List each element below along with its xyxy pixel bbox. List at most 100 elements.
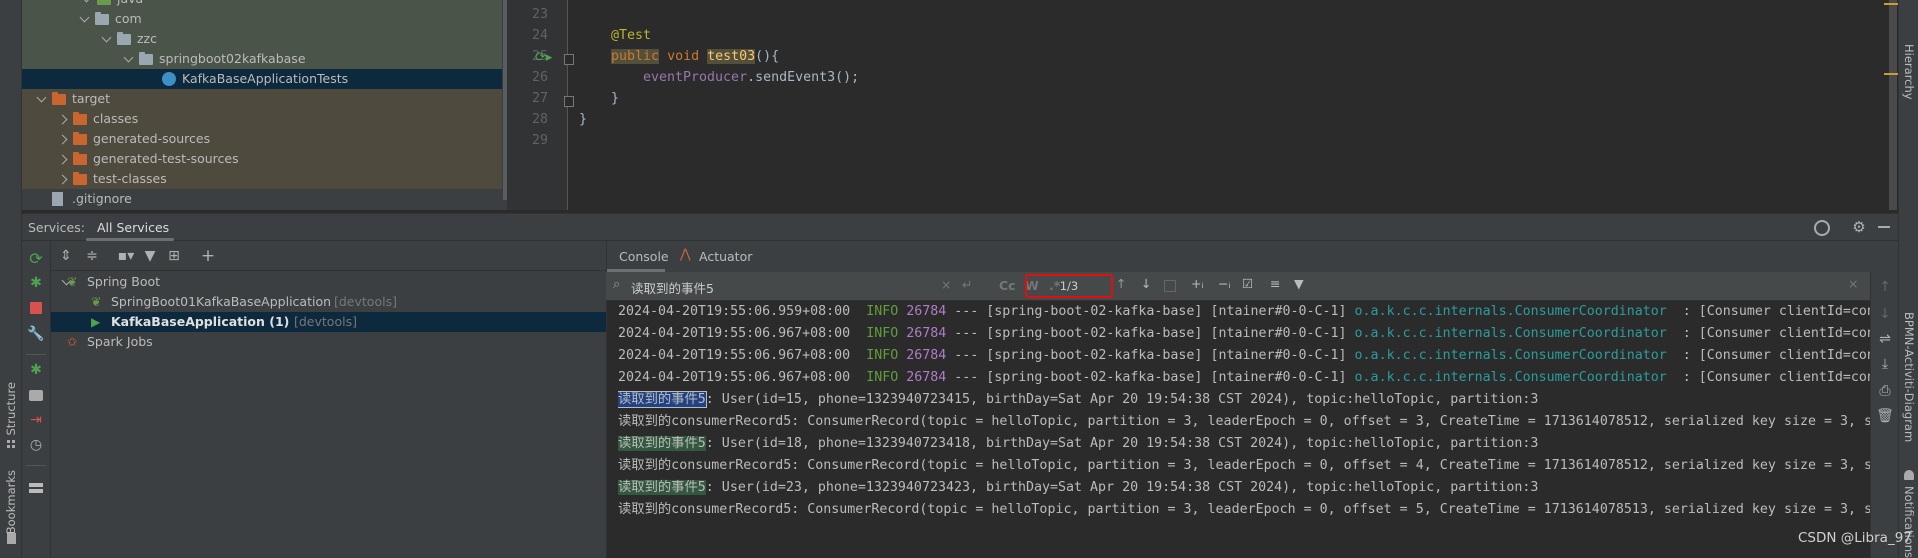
close-search-icon[interactable]: × <box>1848 276 1858 291</box>
tree-item[interactable]: KafkaBaseApplicationTests <box>22 69 502 89</box>
spring-boot-icon: ❦ <box>67 274 78 289</box>
tree-item[interactable]: classes <box>22 109 502 129</box>
tab-actuator[interactable]: Actuator <box>699 249 752 264</box>
add-selection-icon[interactable]: +ᵢ <box>1191 276 1204 291</box>
tree-item[interactable]: zzc <box>22 29 502 49</box>
editor-scrollbar[interactable] <box>1889 0 1897 210</box>
scroll-down-icon[interactable]: ↓ <box>1876 305 1894 323</box>
log-level: INFO <box>866 326 899 341</box>
fold-icon[interactable] <box>564 54 574 65</box>
previous-match-icon[interactable]: ↑ <box>1116 276 1126 291</box>
add-service-icon[interactable]: + <box>199 246 217 266</box>
run-test-icon[interactable]: ⟳▸ <box>535 50 552 65</box>
code-close-brace-class: } <box>579 112 588 127</box>
keyword-void: void <box>667 49 700 64</box>
rerun-icon[interactable]: ⟳ <box>27 249 45 268</box>
group-by-icon[interactable]: ▪▾ <box>117 247 135 265</box>
tree-item-label: java <box>117 0 143 9</box>
line-number: 28 <box>531 112 548 127</box>
search-match-highlight: 读取到的事件5 <box>618 391 707 408</box>
layout-icon[interactable] <box>29 483 43 493</box>
method-tail: (){ <box>755 49 780 64</box>
structure-tab[interactable]: Structure <box>4 382 18 436</box>
search-input[interactable]: 读取到的事件5 <box>631 278 714 297</box>
service-item[interactable]: ❦ SpringBoot01KafkaBaseApplication [devtoo… <box>51 292 606 312</box>
chevron-right-icon[interactable] <box>57 174 68 185</box>
bookmark-icon <box>7 533 16 544</box>
output-text: 读取到的consumerRecord5: ConsumerRecord(topi… <box>618 414 1870 429</box>
tree-item[interactable]: .gitignore <box>22 189 502 209</box>
scroll-up-icon[interactable]: ↑ <box>1876 278 1894 296</box>
attach-debugger-icon[interactable]: ✱ <box>27 361 45 379</box>
chevron-down-icon[interactable] <box>79 12 90 23</box>
minimize-icon[interactable] <box>1878 226 1890 228</box>
stop-icon[interactable] <box>30 302 42 314</box>
tree-item[interactable]: com <box>22 9 502 29</box>
tree-item[interactable]: springboot02kafkabase <box>22 49 502 69</box>
tree-item[interactable]: generated-sources <box>22 129 502 149</box>
search-match-highlight: 读取到的事件5 <box>618 436 706 451</box>
print-icon[interactable]: ⎙ <box>1876 382 1894 400</box>
output-line: 读取到的consumerRecord5: ConsumerRecord(topi… <box>618 499 1870 521</box>
debug-icon[interactable]: ✱ <box>27 274 45 292</box>
service-label: KafkaBaseApplication (1) <box>111 314 290 329</box>
trash-icon[interactable]: 🗑 <box>1876 407 1894 425</box>
tree-item[interactable]: test-classes <box>22 169 502 189</box>
notifications-tab[interactable]: Notifications <box>1902 486 1916 558</box>
output-text: : User(id=15, phone=1323940723415, birth… <box>705 392 1539 407</box>
chevron-right-icon[interactable] <box>57 134 68 145</box>
expand-all-icon[interactable]: ⇕ <box>57 247 75 265</box>
import-icon[interactable]: ⇥ <box>27 411 45 429</box>
service-label: Spring Boot <box>87 274 161 289</box>
log-level: INFO <box>866 370 899 385</box>
profiler-icon[interactable]: ◷ <box>27 436 45 454</box>
chevron-down-icon[interactable] <box>36 92 47 103</box>
locate-icon[interactable] <box>1814 220 1830 236</box>
toggle-selection-icon[interactable]: ☑ <box>1242 276 1253 291</box>
fold-end-icon[interactable] <box>564 96 574 107</box>
code-area[interactable]: @Test public void test03(){ eventProduce… <box>579 4 1539 204</box>
new-tab-icon[interactable]: ⊞ <box>165 247 183 265</box>
service-item[interactable]: ❦ Spring Boot <box>51 272 606 292</box>
service-item[interactable]: ▶ KafkaBaseApplication (1) [devtools] <box>51 312 606 332</box>
output-text: 读取到的consumerRecord5: ConsumerRecord(topi… <box>618 502 1870 517</box>
chevron-right-icon[interactable] <box>57 154 68 165</box>
service-item[interactable]: ✩ Spark Jobs <box>51 332 606 352</box>
tab-console[interactable]: Console <box>619 249 669 264</box>
right-tool-strip: Hierarchy BPMN-Activiti-Diagram Notifica… <box>1898 0 1918 558</box>
gear-icon[interactable]: ⚙ <box>1850 218 1868 236</box>
filter-icon[interactable]: ▼ <box>141 247 159 265</box>
bpmn-diagram-tab[interactable]: BPMN-Activiti-Diagram <box>1902 312 1916 442</box>
method-call: .sendEvent3(); <box>747 70 860 85</box>
next-match-icon[interactable]: ↓ <box>1141 276 1151 291</box>
select-all-occurrences-icon[interactable] <box>1164 280 1176 292</box>
log-pid: 26784 <box>906 304 947 319</box>
funnel-icon[interactable]: ▼ <box>1294 276 1304 291</box>
camera-icon[interactable] <box>29 390 43 401</box>
tree-item[interactable]: target <box>22 89 502 109</box>
filter-results-icon[interactable]: ≡ <box>1270 276 1280 291</box>
match-case-toggle[interactable]: Cc <box>999 278 1016 293</box>
chevron-right-icon[interactable] <box>57 114 68 125</box>
collapse-all-icon[interactable]: ≑ <box>83 247 101 265</box>
scroll-to-end-icon[interactable]: ⤓ <box>1876 355 1894 373</box>
chevron-down-icon[interactable] <box>101 32 112 43</box>
clear-search-icon[interactable]: × <box>941 277 951 292</box>
output-line: 读取到的事件5: User(id=15, phone=1323940723415… <box>618 389 1870 411</box>
folder-icon <box>139 52 153 65</box>
hierarchy-tab[interactable]: Hierarchy <box>1902 44 1916 100</box>
soft-wrap-icon[interactable]: ⇌ <box>1876 330 1894 348</box>
tree-item[interactable]: generated-test-sources <box>22 149 502 169</box>
bookmarks-tab[interactable]: Bookmarks <box>4 470 18 534</box>
remove-selection-icon[interactable]: −ᵢ <box>1218 276 1231 291</box>
log-logger: o.a.k.c.c.internals.ConsumerCoordinator <box>1354 326 1667 341</box>
tree-item[interactable]: java <box>22 0 502 9</box>
chevron-down-icon[interactable] <box>123 52 134 63</box>
services-action-toolbar: ⟳ ✱ 🔧 ✱ ⇥ ◷ <box>22 241 51 558</box>
line-number: 23 <box>531 7 548 22</box>
tab-all-services[interactable]: All Services <box>97 220 169 235</box>
tree-item-label: springboot02kafkabase <box>159 51 306 66</box>
chevron-down-icon[interactable] <box>81 0 92 3</box>
wrench-icon[interactable]: 🔧 <box>27 325 45 343</box>
multiline-icon[interactable]: ↵ <box>962 277 972 292</box>
